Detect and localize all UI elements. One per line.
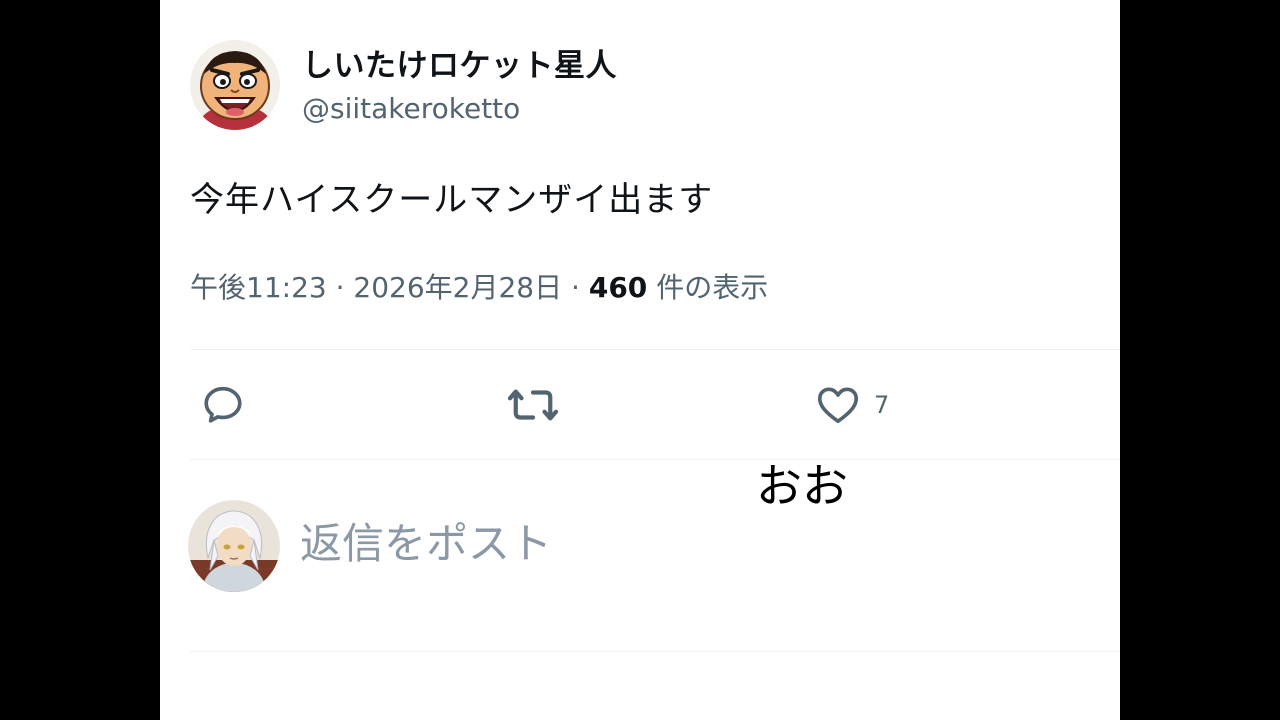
reply-button[interactable] bbox=[200, 378, 246, 432]
divider bbox=[190, 349, 1120, 350]
reply-input[interactable] bbox=[300, 510, 1000, 576]
post-date[interactable]: 2026年2月28日 bbox=[353, 271, 562, 304]
views-count: 460 bbox=[588, 271, 648, 304]
repost-arrows-icon bbox=[507, 389, 559, 421]
like-button[interactable]: 7 bbox=[814, 378, 889, 432]
video-frame: しいたけロケット星人 @siitakeroketto 今年ハイスクールマンザイ出… bbox=[0, 0, 1280, 720]
cartoon-face-icon bbox=[190, 40, 280, 130]
author-display-name[interactable]: しいたけロケット星人 bbox=[302, 40, 617, 85]
divider bbox=[190, 651, 1120, 652]
reply-user-avatar[interactable] bbox=[188, 500, 280, 592]
meta-separator: · bbox=[335, 271, 345, 304]
action-bar: 7 bbox=[190, 378, 1090, 432]
anime-character-avatar-icon bbox=[188, 500, 280, 592]
meta-separator: · bbox=[571, 271, 580, 304]
speech-bubble-icon bbox=[204, 386, 242, 423]
author-avatar[interactable] bbox=[190, 40, 280, 130]
author-handle[interactable]: @siitakeroketto bbox=[302, 92, 520, 125]
like-count: 7 bbox=[874, 391, 890, 419]
views-label: 件の表示 bbox=[656, 271, 769, 304]
post-meta: 午後11:23 · 2026年2月28日 · 460 件の表示 bbox=[190, 266, 768, 306]
divider bbox=[190, 459, 1120, 460]
post-text: 今年ハイスクールマンザイ出ます bbox=[190, 180, 714, 220]
post-time[interactable]: 午後11:23 bbox=[190, 271, 327, 304]
repost-button[interactable] bbox=[506, 378, 560, 432]
post-detail-panel: しいたけロケット星人 @siitakeroketto 今年ハイスクールマンザイ出… bbox=[160, 0, 1120, 720]
video-caption: おお bbox=[756, 459, 848, 513]
heart-icon bbox=[817, 387, 859, 424]
